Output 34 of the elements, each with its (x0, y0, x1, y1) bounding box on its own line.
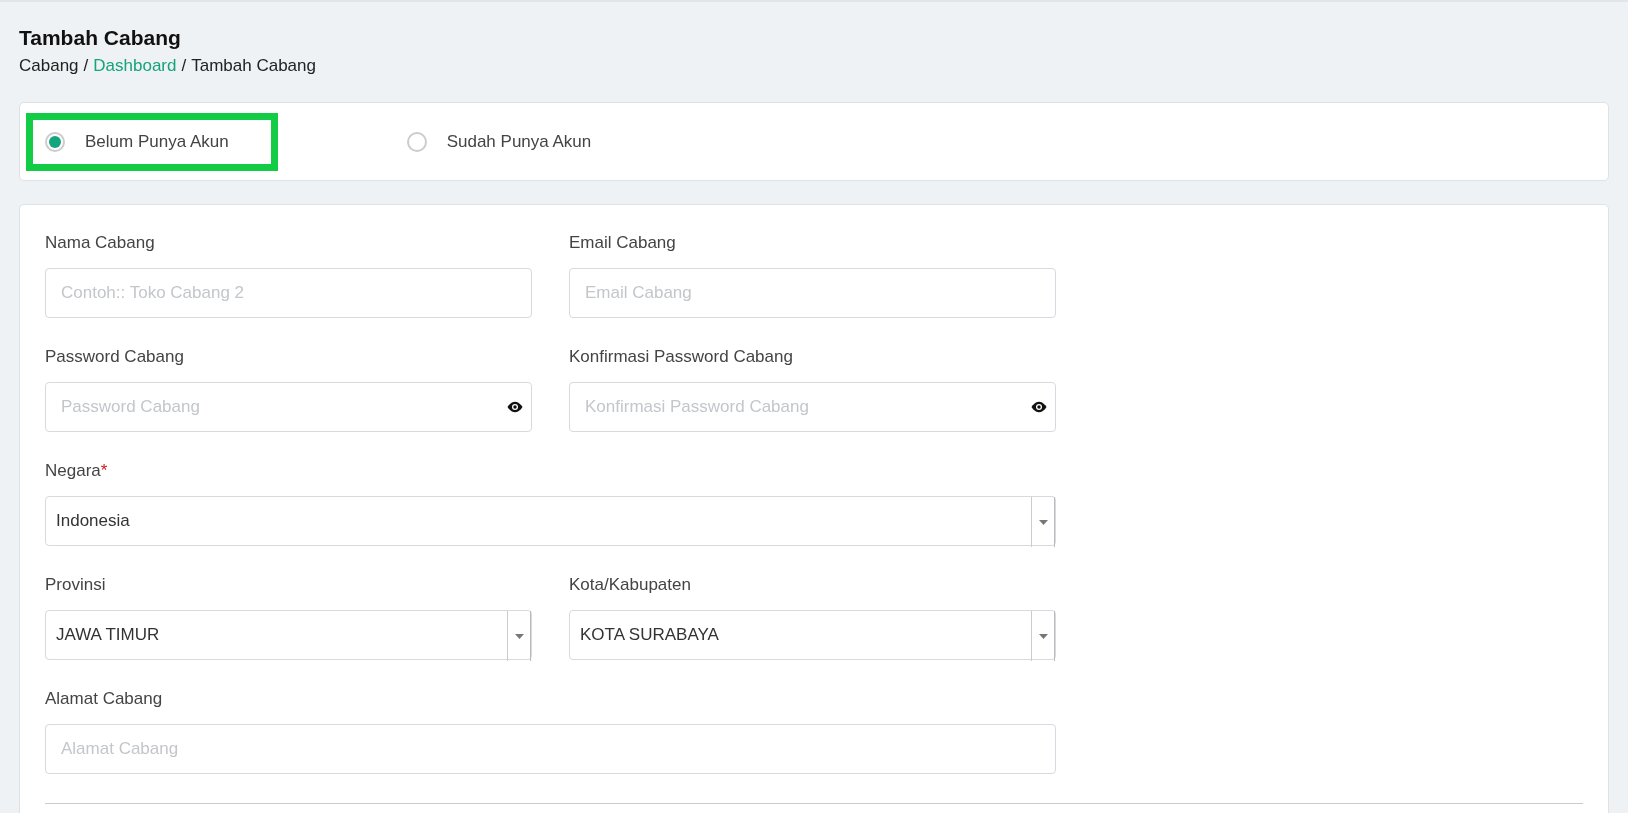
field-label: Negara* (45, 461, 108, 481)
radio-button[interactable] (406, 131, 427, 152)
dropdown-toggle[interactable] (1031, 497, 1055, 547)
field-label: Konfirmasi Password Cabang (569, 347, 793, 367)
password-field[interactable]: Password Cabang (45, 382, 532, 432)
caret-icon (1038, 519, 1048, 525)
breadcrumb-separator: / (83, 56, 89, 76)
password-field[interactable]: Konfirmasi Password Cabang (569, 382, 1056, 432)
page-title: Tambah Cabang (19, 26, 181, 50)
field-label: Provinsi (45, 575, 106, 595)
field-label: Kota/Kabupaten (569, 575, 691, 595)
radio-option[interactable]: Sudah Punya Akun (387, 112, 641, 171)
breadcrumb-separator: / (181, 56, 187, 76)
required-marker: * (100, 461, 108, 480)
caret-icon (1038, 633, 1048, 639)
select-field[interactable]: KOTA SURABAYA (569, 610, 1056, 660)
field-label: Email Cabang (569, 233, 676, 253)
select-field[interactable]: Indonesia (45, 496, 1056, 546)
radio-button[interactable] (45, 131, 65, 152)
field-label: Password Cabang (45, 347, 184, 367)
eye-icon[interactable] (506, 401, 524, 413)
eye-icon[interactable] (1030, 401, 1048, 413)
select-field[interactable]: JAWA TIMUR (45, 610, 532, 660)
input-field[interactable]: Alamat Cabang (45, 724, 1056, 774)
field-label: Nama Cabang (45, 233, 155, 253)
breadcrumb-item: Tambah Cabang (191, 56, 316, 76)
radio-option[interactable]: Belum Punya Akun (26, 112, 278, 171)
input-field[interactable]: Email Cabang (569, 268, 1056, 318)
field-label: Alamat Cabang (45, 689, 163, 709)
input-field[interactable]: Contoh:: Toko Cabang 2 (45, 268, 532, 318)
breadcrumb-item: Cabang (19, 56, 79, 76)
dropdown-toggle[interactable] (507, 611, 531, 661)
dropdown-toggle[interactable] (1031, 611, 1055, 661)
caret-icon (514, 633, 524, 639)
